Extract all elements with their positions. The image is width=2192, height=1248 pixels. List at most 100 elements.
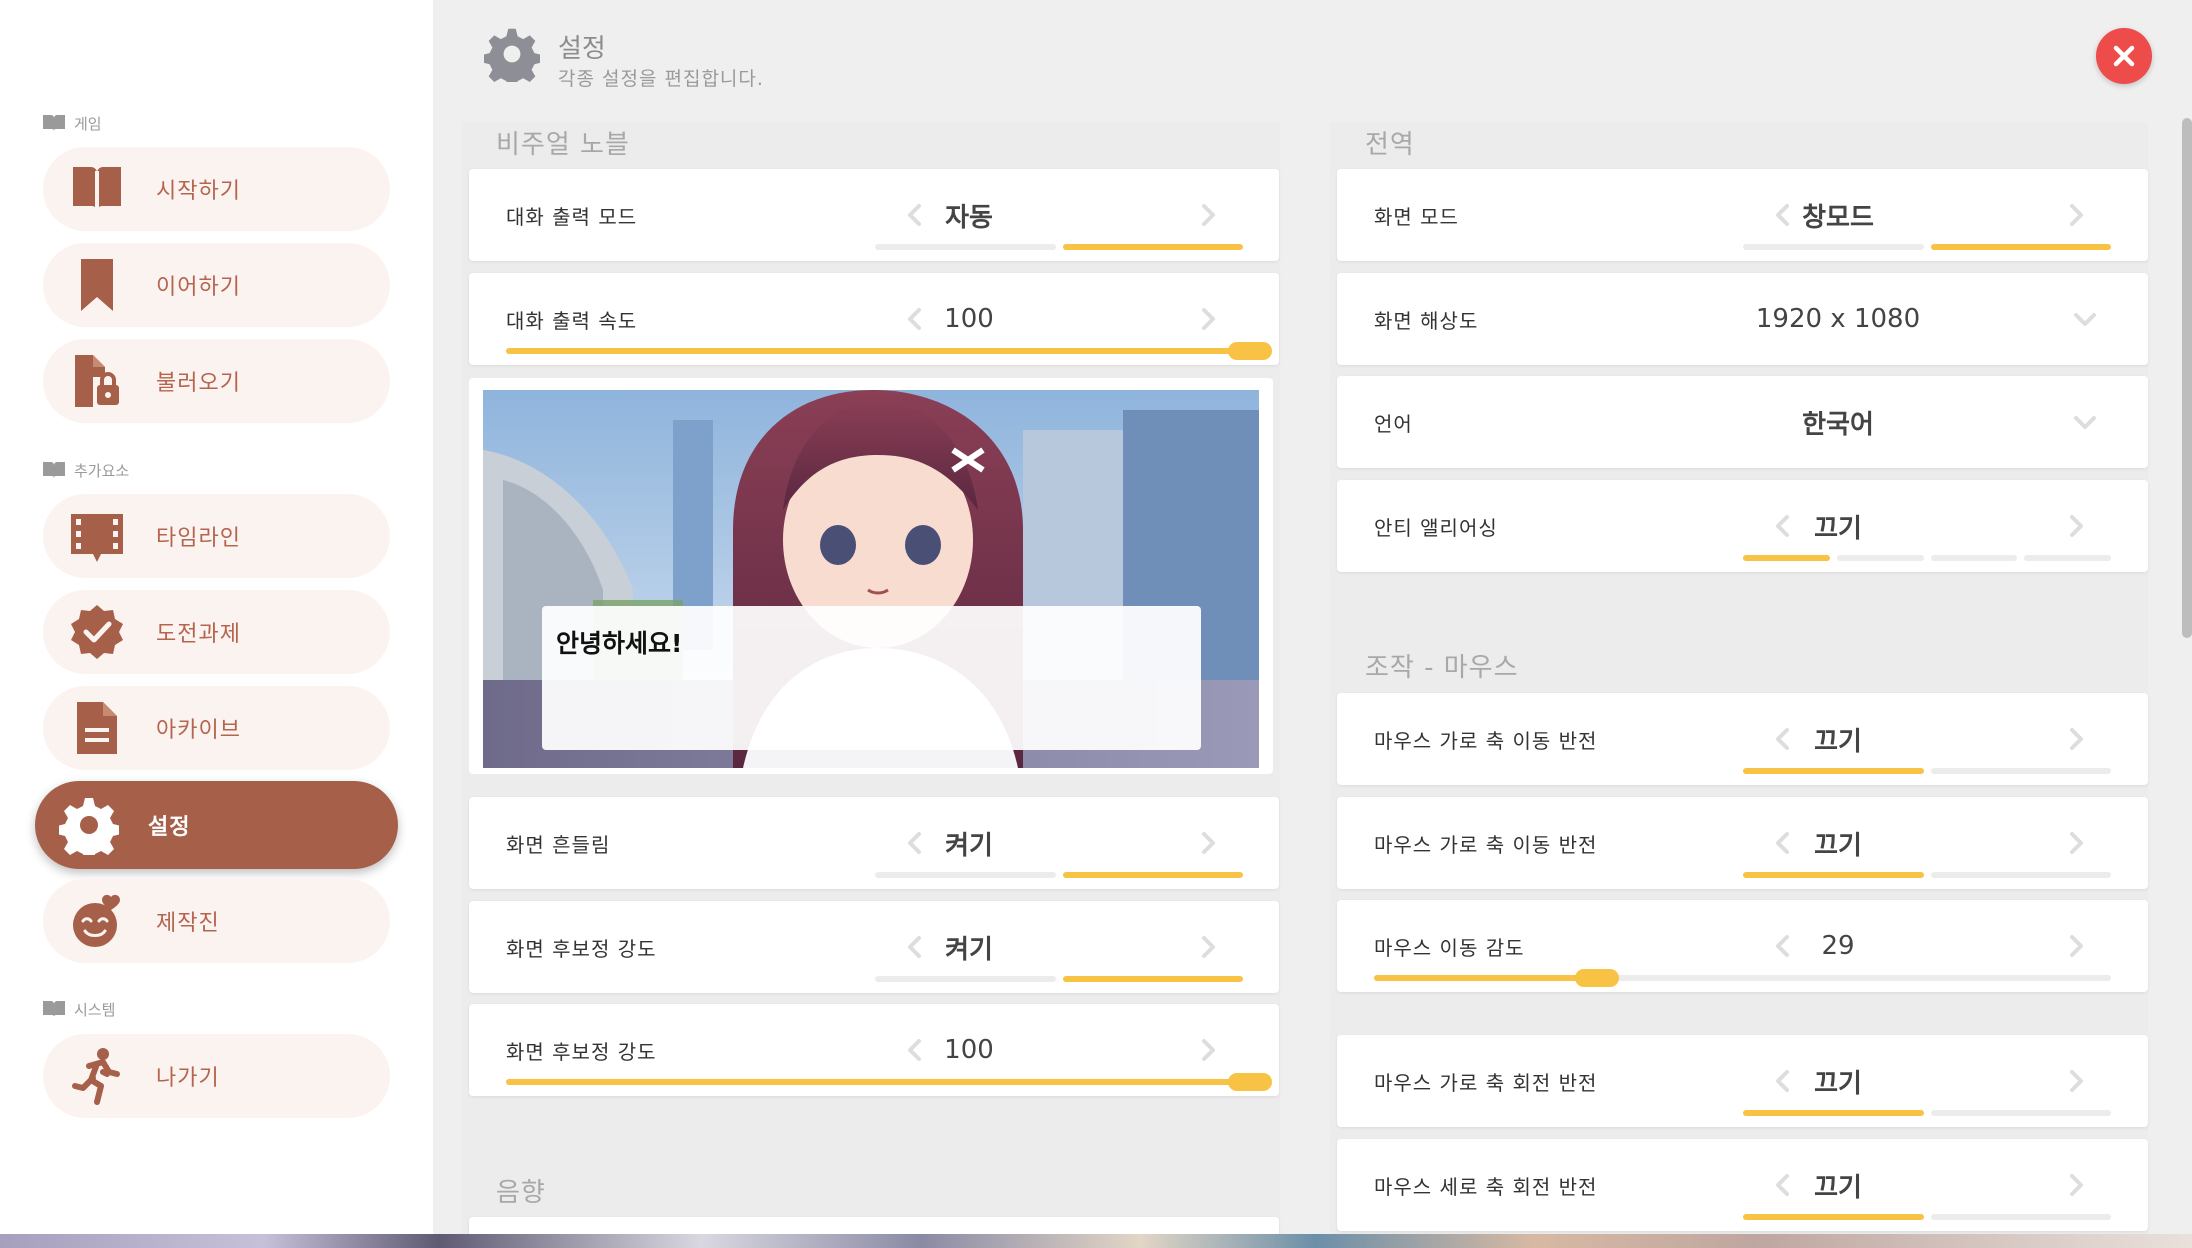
group-title-sound: 음향 bbox=[496, 1178, 546, 1208]
slider-fill bbox=[506, 1079, 1250, 1085]
sidebar-item-archive[interactable]: 아카이브 bbox=[43, 686, 390, 770]
setting-mouse-x-rotate-invert[interactable]: 마우스 가로 축 회전 반전 끄기 bbox=[1337, 1035, 2148, 1127]
close-icon bbox=[2113, 45, 2135, 67]
setting-dialog-mode[interactable]: 대화 출력 모드 자동 bbox=[469, 169, 1279, 261]
chevron-right-icon[interactable] bbox=[2060, 930, 2092, 962]
book-icon bbox=[43, 1001, 65, 1017]
option-segment bbox=[1743, 768, 1924, 774]
setting-label: 안티 앨리어싱 bbox=[1374, 515, 1498, 540]
scrollbar[interactable] bbox=[2182, 118, 2192, 638]
setting-anti-aliasing[interactable]: 안티 앨리어싱 끄기 bbox=[1337, 480, 2148, 572]
slider-handle[interactable] bbox=[1228, 1073, 1272, 1091]
dialog-box: 안녕하세요! bbox=[542, 606, 1201, 750]
page-subtitle: 각종 설정을 편집합니다. bbox=[558, 68, 764, 90]
option-segment bbox=[875, 872, 1056, 878]
option-segment bbox=[1743, 555, 1830, 561]
chevron-left-icon[interactable] bbox=[1767, 930, 1799, 962]
sidebar-item-settings[interactable]: 설정 bbox=[35, 781, 398, 869]
option-segment bbox=[1930, 244, 2111, 250]
chevron-left-icon[interactable] bbox=[1767, 1169, 1799, 1201]
sidebar-item-start[interactable]: 시작하기 bbox=[43, 147, 390, 231]
chevron-right-icon[interactable] bbox=[2060, 199, 2092, 231]
setting-mouse-x-move-invert-2[interactable]: 마우스 가로 축 이동 반전 끄기 bbox=[1337, 797, 2148, 889]
slider-handle[interactable] bbox=[1228, 342, 1272, 360]
option-segment bbox=[1062, 872, 1243, 878]
bookmark-icon bbox=[64, 252, 130, 318]
sidebar-item-credits[interactable]: 제작진 bbox=[43, 879, 390, 963]
option-segment bbox=[875, 976, 1056, 982]
sidebar-item-achievements[interactable]: 도전과제 bbox=[43, 590, 390, 674]
setting-screen-shake[interactable]: 화면 흔들림 켜기 bbox=[469, 797, 1279, 889]
chevron-left-icon[interactable] bbox=[1767, 1065, 1799, 1097]
chevron-left-icon[interactable] bbox=[1767, 199, 1799, 231]
setting-mouse-sensitivity[interactable]: 마우스 이동 감도 29 bbox=[1337, 900, 2148, 992]
setting-resolution[interactable]: 화면 해상도 1920 x 1080 bbox=[1337, 273, 2148, 365]
option-indicator bbox=[1743, 872, 2111, 878]
option-segment bbox=[1743, 1214, 1924, 1220]
setting-label: 화면 흔들림 bbox=[506, 832, 611, 857]
background-strip bbox=[0, 1234, 2192, 1248]
option-segment bbox=[1062, 244, 1243, 250]
section-label-game: 게임 bbox=[42, 108, 102, 138]
chevron-right-icon[interactable] bbox=[2060, 1065, 2092, 1097]
chevron-left-icon[interactable] bbox=[899, 199, 931, 231]
option-segment bbox=[1743, 872, 1924, 878]
chevron-right-icon[interactable] bbox=[1192, 931, 1224, 963]
chevron-right-icon[interactable] bbox=[1192, 199, 1224, 231]
sidebar-item-label: 제작진 bbox=[156, 911, 220, 936]
close-button[interactable] bbox=[2096, 28, 2152, 84]
setting-post-process-strength[interactable]: 화면 후보정 강도 100 bbox=[469, 1004, 1279, 1096]
setting-screen-mode[interactable]: 화면 모드 창모드 bbox=[1337, 169, 2148, 261]
chevron-right-icon[interactable] bbox=[1192, 827, 1224, 859]
gear-icon bbox=[484, 28, 540, 82]
option-segment bbox=[1062, 976, 1243, 982]
option-segment bbox=[1930, 1110, 2111, 1116]
chevron-right-icon[interactable] bbox=[2060, 827, 2092, 859]
slider-handle[interactable] bbox=[1575, 969, 1619, 987]
sidebar-item-label: 불러오기 bbox=[156, 371, 241, 396]
slider-track[interactable] bbox=[506, 1073, 1272, 1091]
option-segment bbox=[1930, 768, 2111, 774]
chevron-right-icon[interactable] bbox=[1192, 1034, 1224, 1066]
sidebar: 게임 시작하기 이어하기 불러오기 추가요소 타임라인 도전과제 아카이브 설정… bbox=[0, 0, 433, 1248]
page-title: 설정 bbox=[558, 34, 606, 64]
chevron-left-icon[interactable] bbox=[899, 827, 931, 859]
chevron-right-icon[interactable] bbox=[1192, 303, 1224, 335]
chevron-right-icon[interactable] bbox=[2060, 723, 2092, 755]
book-icon bbox=[64, 156, 130, 222]
sidebar-item-label: 아카이브 bbox=[156, 718, 241, 743]
setting-label: 화면 모드 bbox=[1374, 204, 1459, 229]
sidebar-item-exit[interactable]: 나가기 bbox=[43, 1034, 390, 1118]
option-indicator bbox=[875, 872, 1243, 878]
setting-dialog-speed[interactable]: 대화 출력 속도 100 bbox=[469, 273, 1279, 365]
slider-track[interactable] bbox=[1374, 969, 2111, 987]
sidebar-item-label: 타임라인 bbox=[156, 526, 241, 551]
chevron-down-icon[interactable] bbox=[2069, 406, 2101, 438]
chevron-left-icon[interactable] bbox=[1767, 723, 1799, 755]
setting-post-process-toggle[interactable]: 화면 후보정 강도 켜기 bbox=[469, 901, 1279, 993]
chevron-right-icon[interactable] bbox=[2060, 510, 2092, 542]
group-title-visual-novel: 비주얼 노블 bbox=[496, 130, 630, 160]
sidebar-item-timeline[interactable]: 타임라인 bbox=[43, 494, 390, 578]
setting-mouse-y-rotate-invert[interactable]: 마우스 세로 축 회전 반전 끄기 bbox=[1337, 1139, 2148, 1231]
setting-language[interactable]: 언어 한국어 bbox=[1337, 376, 2148, 468]
setting-mouse-x-move-invert[interactable]: 마우스 가로 축 이동 반전 끄기 bbox=[1337, 693, 2148, 785]
sidebar-item-label: 도전과제 bbox=[156, 622, 241, 647]
slider-track[interactable] bbox=[506, 342, 1272, 360]
chevron-left-icon[interactable] bbox=[899, 1034, 931, 1066]
sidebar-item-load[interactable]: 불러오기 bbox=[43, 339, 390, 423]
chevron-left-icon[interactable] bbox=[1767, 827, 1799, 859]
chevron-left-icon[interactable] bbox=[899, 303, 931, 335]
option-segment bbox=[1930, 1214, 2111, 1220]
chevron-right-icon[interactable] bbox=[2060, 1169, 2092, 1201]
option-segment bbox=[1743, 1110, 1924, 1116]
sidebar-item-label: 이어하기 bbox=[156, 275, 241, 300]
setting-label: 마우스 가로 축 이동 반전 bbox=[1374, 728, 1598, 753]
sidebar-item-continue[interactable]: 이어하기 bbox=[43, 243, 390, 327]
setting-label: 마우스 가로 축 회전 반전 bbox=[1374, 1070, 1598, 1095]
option-indicator bbox=[875, 976, 1243, 982]
chevron-left-icon[interactable] bbox=[899, 931, 931, 963]
chevron-left-icon[interactable] bbox=[1767, 510, 1799, 542]
chevron-down-icon[interactable] bbox=[2069, 303, 2101, 335]
badge-check-icon bbox=[64, 599, 130, 665]
